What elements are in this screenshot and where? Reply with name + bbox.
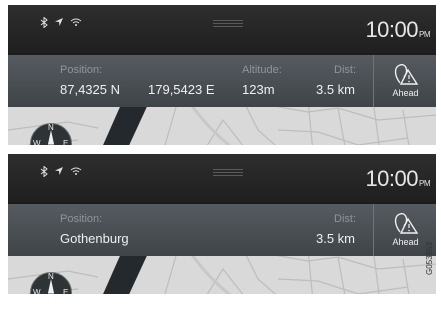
compass-w: W xyxy=(33,139,41,145)
compass[interactable]: N W E xyxy=(30,272,72,294)
altitude-value: 123m xyxy=(242,82,275,97)
ahead-label: Ahead xyxy=(392,88,419,98)
gps-arrow-icon xyxy=(55,167,63,175)
compass-n: N xyxy=(48,123,54,132)
latitude-value: 87,4325 N xyxy=(60,82,120,97)
poi-ahead-icon xyxy=(394,64,419,85)
gps-arrow-icon xyxy=(55,18,63,26)
status-icons xyxy=(40,164,82,178)
compass[interactable]: N W E xyxy=(30,123,72,145)
status-icons xyxy=(40,15,82,29)
place-name-value: Gothenburg xyxy=(60,231,129,246)
clock-time: 10:00 xyxy=(365,166,418,191)
drag-handle[interactable] xyxy=(213,20,243,28)
distance-value: 3.5 km xyxy=(316,231,356,246)
clock-time: 10:00 xyxy=(365,17,418,42)
bluetooth-icon xyxy=(40,165,48,177)
poi-ahead-icon xyxy=(394,213,419,234)
compass-e: E xyxy=(63,288,69,294)
location-info-bar[interactable]: Position: 87,4325 N 179,5423 E Altitude:… xyxy=(8,55,436,107)
wifi-icon xyxy=(70,18,82,26)
compass-n: N xyxy=(48,272,54,281)
location-info-bar[interactable]: Position: Gothenburg Dist: 3.5 km Ahead xyxy=(8,204,436,256)
distance-label: Dist: xyxy=(334,213,356,225)
clock-ampm: PM xyxy=(419,179,431,188)
compass-e: E xyxy=(63,139,69,145)
status-bar: 10:00PM xyxy=(8,5,436,53)
status-bar: 10:00PM xyxy=(8,154,436,202)
altitude-label: Altitude: xyxy=(242,64,282,76)
screen-bottom: 10:00PM Position: Gothenburg Dist: 3.5 k… xyxy=(8,154,436,294)
bluetooth-icon xyxy=(40,16,48,28)
longitude-value: 179,5423 E xyxy=(148,82,215,97)
figure-code: G053953 xyxy=(425,242,434,275)
ahead-button[interactable]: Ahead xyxy=(373,55,436,107)
drag-handle[interactable] xyxy=(213,169,243,177)
position-label: Position: xyxy=(60,64,103,76)
wifi-icon xyxy=(70,167,82,175)
clock: 10:00PM xyxy=(365,17,430,43)
distance-value: 3.5 km xyxy=(316,82,356,97)
position-label: Position: xyxy=(60,213,103,225)
clock: 10:00PM xyxy=(365,166,430,192)
compass-w: W xyxy=(33,288,41,294)
clock-ampm: PM xyxy=(419,30,431,39)
screen-top: 10:00PM Position: 87,4325 N 179,5423 E A… xyxy=(8,5,436,145)
distance-label: Dist: xyxy=(334,64,356,76)
